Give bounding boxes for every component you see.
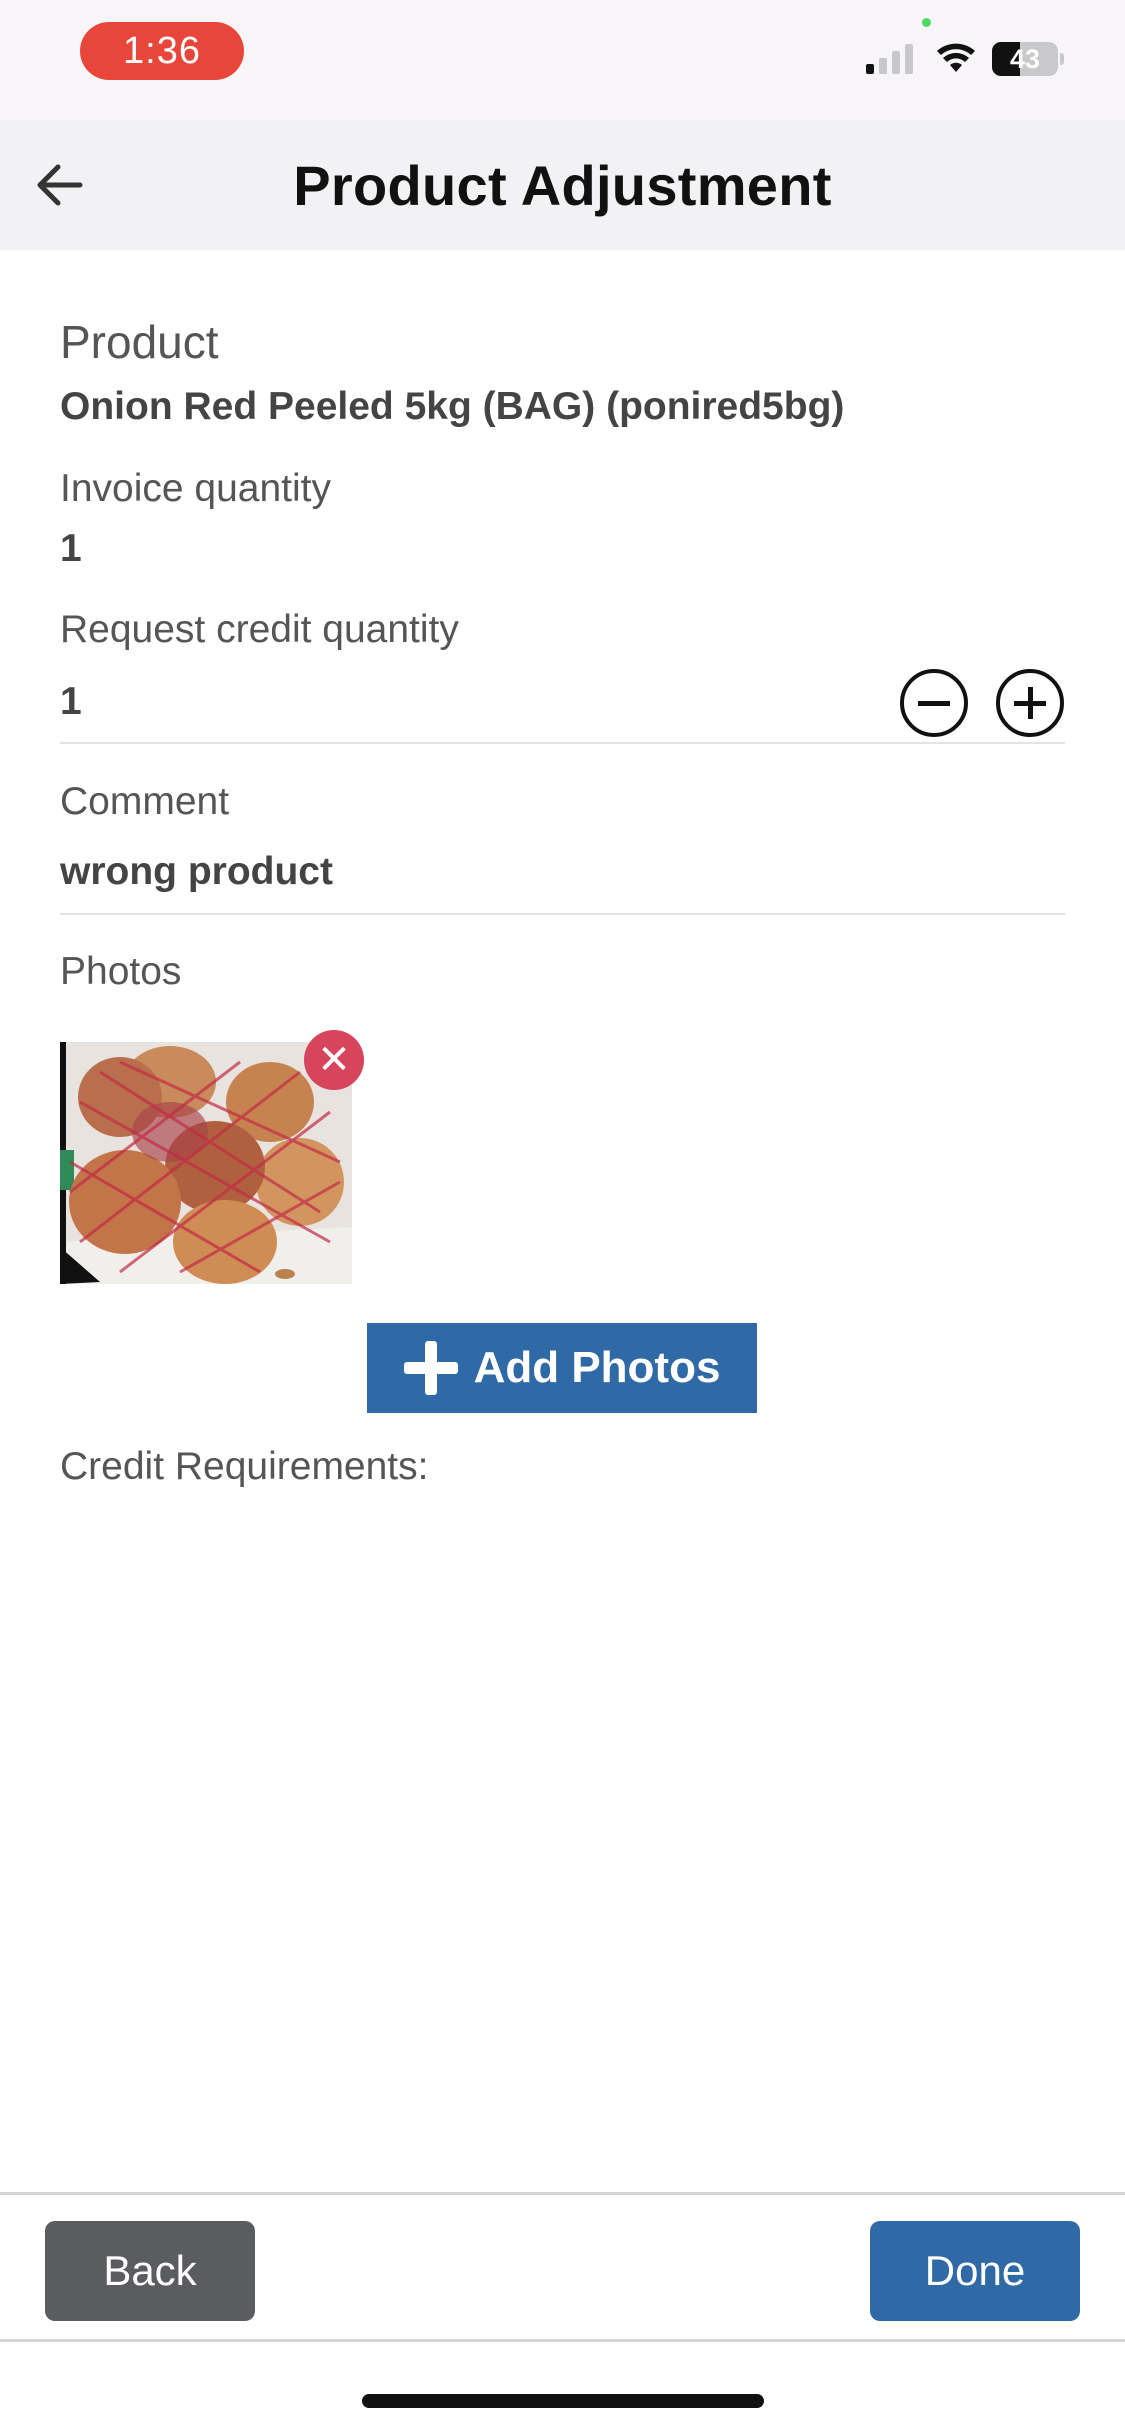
request-credit-quantity-label: Request credit quantity: [60, 608, 459, 651]
photo-thumbnail[interactable]: ✕: [60, 1030, 364, 1284]
product-label: Product: [60, 316, 219, 368]
back-button[interactable]: Back: [45, 2221, 255, 2321]
comment-value[interactable]: wrong product: [60, 850, 333, 894]
product-value: Onion Red Peeled 5kg (BAG) (ponired5bg): [60, 385, 845, 428]
decrement-button[interactable]: [900, 669, 968, 737]
cellular-signal-icon: [866, 44, 914, 74]
plus-icon: [403, 1341, 458, 1395]
credit-requirements-label: Credit Requirements:: [60, 1445, 429, 1488]
add-photos-button[interactable]: Add Photos: [367, 1323, 757, 1413]
onion-photo: [60, 1042, 352, 1284]
app-header: Product Adjustment: [0, 120, 1125, 250]
close-icon: ✕: [317, 1038, 351, 1082]
wifi-icon: [937, 43, 975, 72]
request-credit-quantity-value[interactable]: 1: [60, 680, 82, 724]
status-bar: 1:36 43: [0, 0, 1125, 120]
divider: [60, 913, 1065, 915]
status-time: 1:36: [80, 22, 244, 80]
battery-icon: 43: [992, 42, 1064, 76]
battery-percent: 43: [1009, 43, 1041, 74]
comment-label: Comment: [60, 780, 230, 823]
privacy-indicator-dot: [922, 18, 931, 27]
add-photos-label: Add Photos: [473, 1343, 721, 1392]
footer-bar: Back Done: [0, 2192, 1125, 2342]
remove-photo-button[interactable]: ✕: [304, 1030, 364, 1090]
arrow-left-icon[interactable]: [30, 155, 90, 215]
home-indicator[interactable]: [362, 2394, 764, 2408]
minus-icon: [918, 701, 950, 706]
increment-button[interactable]: [996, 669, 1064, 737]
invoice-quantity-label: Invoice quantity: [60, 467, 332, 510]
page-title: Product Adjustment: [293, 153, 832, 217]
divider: [60, 742, 1065, 744]
invoice-quantity-value: 1: [60, 527, 82, 570]
photos-label: Photos: [60, 950, 182, 993]
done-button[interactable]: Done: [870, 2221, 1080, 2321]
